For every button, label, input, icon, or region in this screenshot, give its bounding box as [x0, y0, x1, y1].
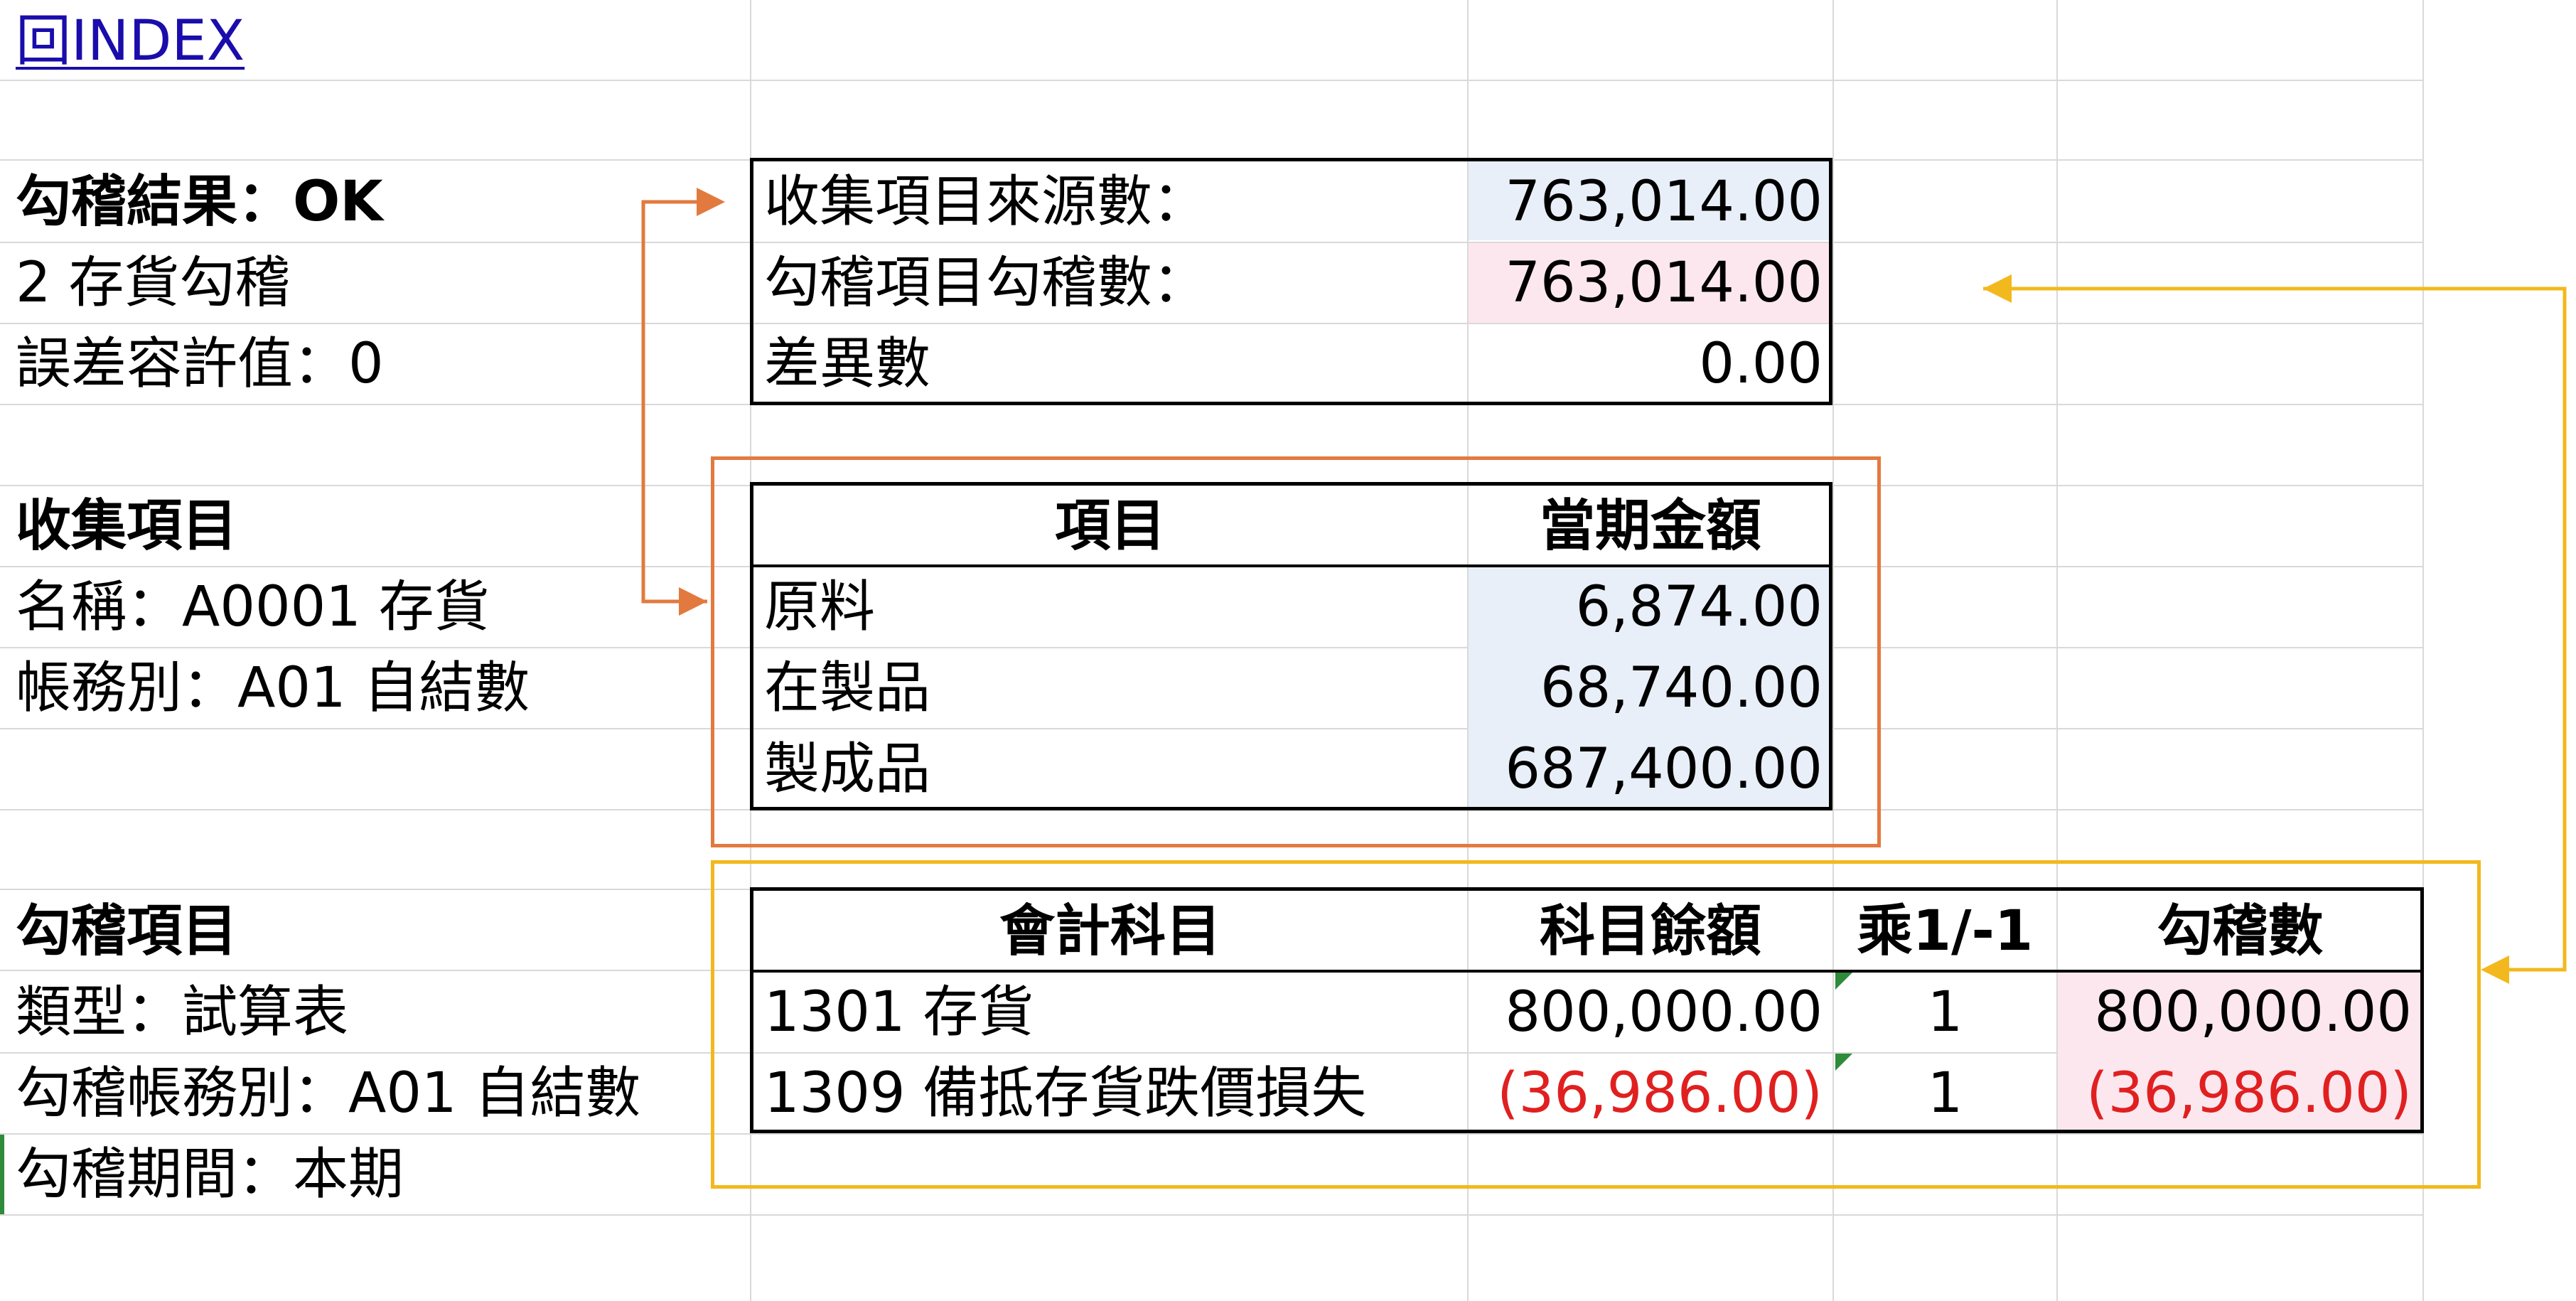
yellow-connector-arrow [1983, 287, 2567, 984]
orange-connector-arrow [641, 188, 725, 604]
connector-arrows [641, 188, 2567, 984]
